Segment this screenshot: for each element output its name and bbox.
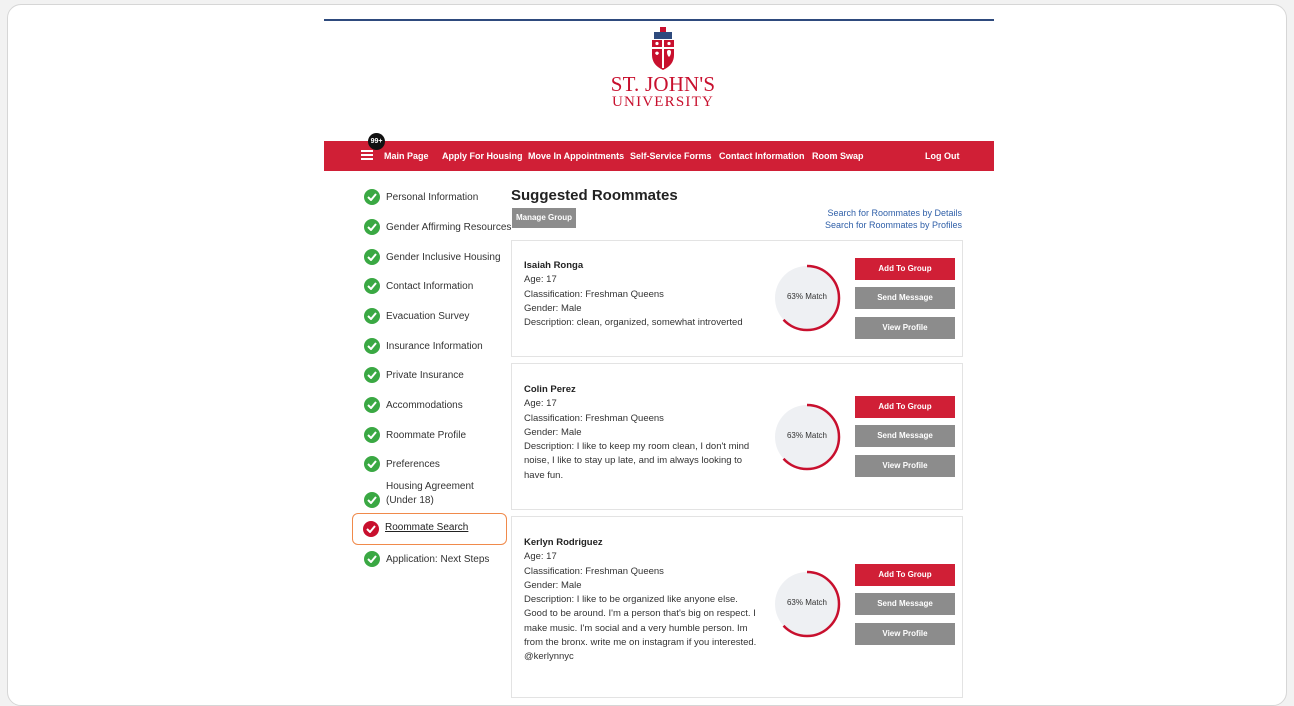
roommate-description: Description: I like to keep my room clea… bbox=[524, 441, 750, 481]
search-by-details-link[interactable]: Search for Roommates by Details bbox=[827, 208, 962, 218]
match-percent: 63% Match bbox=[786, 431, 828, 440]
search-by-profiles-link[interactable]: Search for Roommates by Profiles bbox=[825, 220, 962, 230]
shield-crest-icon bbox=[652, 27, 674, 70]
add-to-group-button[interactable]: Add To Group bbox=[855, 564, 955, 586]
nav-room-swap[interactable]: Room Swap bbox=[812, 151, 864, 161]
add-to-group-button[interactable]: Add To Group bbox=[855, 258, 955, 280]
check-icon bbox=[364, 367, 380, 383]
header-rule bbox=[324, 19, 994, 21]
match-indicator: 63% Match bbox=[772, 569, 842, 639]
match-percent: 63% Match bbox=[786, 292, 828, 301]
roommate-age: Age: 17 bbox=[524, 274, 557, 286]
roommate-info: Isaiah Ronga Age: 17 Classification: Fre… bbox=[524, 259, 759, 330]
sidebar-item-label: Roommate Search bbox=[385, 522, 469, 533]
check-icon bbox=[364, 308, 380, 324]
sidebar-item-label: Contact Information bbox=[386, 281, 474, 292]
check-icon bbox=[364, 492, 380, 508]
nav-apply-for-housing[interactable]: Apply For Housing bbox=[442, 151, 523, 161]
roommate-info: Kerlyn Rodriguez Age: 17 Classification:… bbox=[524, 536, 759, 665]
sidebar-item-label: Private Insurance bbox=[386, 370, 464, 381]
send-message-button[interactable]: Send Message bbox=[855, 425, 955, 447]
hamburger-menu-icon[interactable] bbox=[361, 150, 373, 160]
sidebar-item-label: Personal Information bbox=[386, 192, 479, 203]
nav-log-out[interactable]: Log Out bbox=[925, 151, 960, 161]
match-percent: 63% Match bbox=[786, 598, 828, 607]
roommate-card: Isaiah Ronga Age: 17 Classification: Fre… bbox=[511, 240, 963, 357]
check-icon bbox=[364, 249, 380, 265]
check-icon bbox=[364, 338, 380, 354]
logo-subname: UNIVERSITY bbox=[612, 94, 714, 110]
roommate-name: Kerlyn Rodriguez bbox=[524, 537, 603, 548]
roommate-description: Description: clean, organized, somewhat … bbox=[524, 317, 743, 329]
roommate-info: Colin Perez Age: 17 Classification: Fres… bbox=[524, 383, 759, 483]
sidebar-item-label: Insurance Information bbox=[386, 341, 483, 352]
roommate-card: Colin Perez Age: 17 Classification: Fres… bbox=[511, 363, 963, 510]
sidebar-item-label: Preferences bbox=[386, 459, 440, 470]
page-title: Suggested Roommates bbox=[511, 187, 678, 204]
roommate-classification: Classification: Freshman Queens bbox=[524, 288, 664, 300]
sidebar-item-label: Evacuation Survey bbox=[386, 311, 470, 322]
roommate-name: Isaiah Ronga bbox=[524, 260, 584, 271]
check-icon bbox=[364, 551, 380, 567]
match-indicator: 63% Match bbox=[772, 263, 842, 333]
check-icon bbox=[363, 521, 379, 537]
check-icon bbox=[364, 278, 380, 294]
roommate-classification: Classification: Freshman Queens bbox=[524, 565, 664, 577]
sidebar-item-label: Housing Agreement (Under 18) bbox=[386, 481, 474, 506]
check-icon bbox=[364, 427, 380, 443]
roommate-gender: Gender: Male bbox=[524, 579, 582, 591]
view-profile-button[interactable]: View Profile bbox=[855, 317, 955, 339]
sidebar-item-roommate-search[interactable]: Roommate Search bbox=[352, 513, 507, 545]
match-indicator: 63% Match bbox=[772, 402, 842, 472]
add-to-group-button[interactable]: Add To Group bbox=[855, 396, 955, 418]
nav-self-service-forms[interactable]: Self-Service Forms bbox=[630, 151, 712, 161]
manage-group-button[interactable]: Manage Group bbox=[512, 208, 576, 228]
browser-frame: ST. JOHN'S UNIVERSITY 99+ Main Page Appl… bbox=[7, 4, 1287, 706]
check-icon bbox=[364, 397, 380, 413]
main-nav: 99+ Main Page Apply For Housing Move In … bbox=[324, 133, 994, 171]
roommate-description: Description: I like to be organized like… bbox=[524, 594, 757, 663]
notification-badge[interactable]: 99+ bbox=[368, 133, 385, 150]
roommate-gender: Gender: Male bbox=[524, 302, 582, 314]
roommate-gender: Gender: Male bbox=[524, 426, 582, 438]
sidebar-item-label: Gender Inclusive Housing bbox=[386, 252, 501, 263]
sidebar-item-label: Gender Affirming Resources bbox=[386, 222, 512, 233]
view-profile-button[interactable]: View Profile bbox=[855, 455, 955, 477]
view-profile-button[interactable]: View Profile bbox=[855, 623, 955, 645]
roommate-age: Age: 17 bbox=[524, 398, 557, 410]
roommate-classification: Classification: Freshman Queens bbox=[524, 412, 664, 424]
university-logo[interactable]: ST. JOHN'S UNIVERSITY bbox=[568, 27, 758, 110]
nav-move-in-appointments[interactable]: Move In Appointments bbox=[528, 151, 624, 161]
logo-name: ST. JOHN'S bbox=[610, 72, 716, 96]
check-icon bbox=[364, 219, 380, 235]
roommate-age: Age: 17 bbox=[524, 551, 557, 563]
nav-main-page[interactable]: Main Page bbox=[384, 151, 429, 161]
roommate-card: Kerlyn Rodriguez Age: 17 Classification:… bbox=[511, 516, 963, 698]
send-message-button[interactable]: Send Message bbox=[855, 287, 955, 309]
sidebar-item-label: Accommodations bbox=[386, 400, 463, 411]
send-message-button[interactable]: Send Message bbox=[855, 593, 955, 615]
roommate-name: Colin Perez bbox=[524, 384, 576, 395]
sidebar-item-label: Roommate Profile bbox=[386, 430, 467, 441]
nav-contact-information[interactable]: Contact Information bbox=[719, 151, 805, 161]
check-icon bbox=[364, 189, 380, 205]
check-icon bbox=[364, 456, 380, 472]
sidebar-item-label: Application: Next Steps bbox=[386, 554, 490, 565]
